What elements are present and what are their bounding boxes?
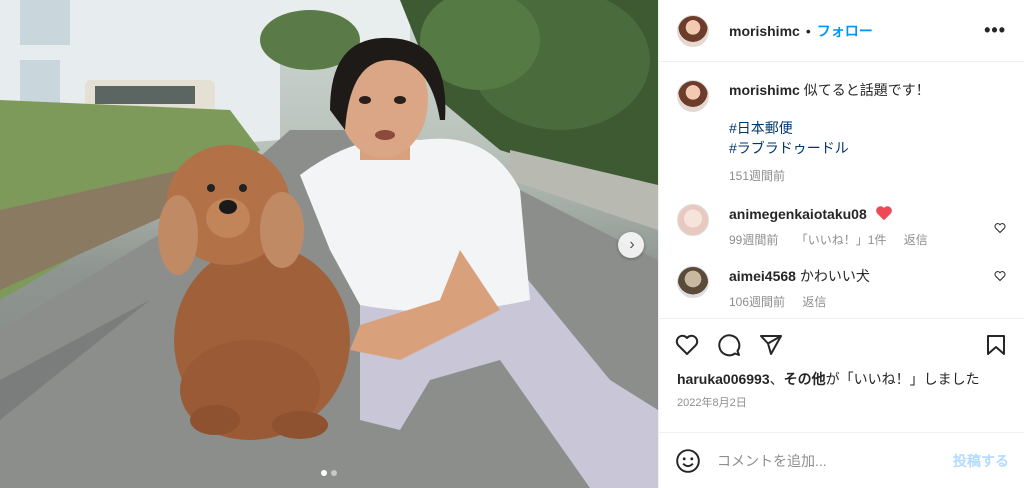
comment-time[interactable]: 106週間前 bbox=[729, 295, 785, 309]
post-date[interactable]: 2022年8月2日 bbox=[659, 388, 1024, 410]
carousel-next-button[interactable]: › bbox=[618, 232, 644, 258]
likes-summary: haruka006993、その他が「いいね！」しました bbox=[659, 370, 1024, 388]
post-header: morishimc • フォロー ••• bbox=[659, 0, 1024, 62]
likes-separator: 、 bbox=[769, 371, 784, 387]
author-avatar[interactable] bbox=[677, 14, 709, 47]
more-options-icon[interactable]: ••• bbox=[984, 20, 1006, 41]
comment-time[interactable]: 99週間前 bbox=[729, 233, 778, 247]
like-comment-heart-icon[interactable] bbox=[994, 222, 1006, 234]
follow-button[interactable]: フォロー bbox=[817, 21, 873, 41]
bookmark-icon[interactable] bbox=[984, 333, 1008, 357]
caption-text: 似てると話題です！ bbox=[803, 82, 930, 98]
share-icon[interactable] bbox=[759, 333, 783, 357]
chevron-right-icon: › bbox=[629, 236, 635, 253]
emoji-icon[interactable] bbox=[675, 448, 701, 474]
comment-username[interactable]: animegenkaiotaku08 bbox=[729, 206, 867, 222]
action-bar bbox=[659, 318, 1024, 370]
carousel-dot bbox=[331, 470, 337, 476]
likes-tail: が「いいね！」しました bbox=[825, 371, 980, 387]
comment-input[interactable]: コメントを追加... bbox=[717, 451, 953, 471]
comment-username[interactable]: aimei4568 bbox=[729, 268, 796, 284]
comments-list[interactable]: morishimc 似てると話題です！ #日本郵便 #ラブラドゥードル 151週… bbox=[659, 62, 1024, 318]
post-side-panel: morishimc • フォロー ••• morishimc 似てると話題です！… bbox=[658, 0, 1024, 488]
heart-icon[interactable] bbox=[675, 333, 699, 357]
like-comment-heart-icon[interactable] bbox=[994, 270, 1006, 282]
comment-item: aimei4568 かわいい犬 106週間前 返信 bbox=[677, 266, 1006, 312]
caption-time[interactable]: 151週間前 bbox=[729, 169, 785, 183]
add-comment-bar: コメントを追加... 投稿する bbox=[659, 432, 1024, 488]
comment-item: animegenkaiotaku08 99週間前 「いいね！」1件 返信 bbox=[677, 204, 1006, 250]
liker-username[interactable]: haruka006993 bbox=[677, 371, 770, 387]
hashtag-link[interactable]: #ラブラドゥードル bbox=[729, 138, 1006, 158]
hashtag-link[interactable]: #日本郵便 bbox=[729, 118, 1006, 138]
post-photo[interactable]: › bbox=[0, 0, 658, 488]
likes-others-link[interactable]: その他 bbox=[784, 371, 826, 387]
comment-likes[interactable]: 「いいね！」1件 bbox=[796, 233, 887, 247]
instagram-post: › morishimc • フォロー ••• morishimc 似てると話題で… bbox=[0, 0, 1024, 488]
photo-illustration bbox=[0, 0, 658, 488]
comment-text: かわいい犬 bbox=[799, 268, 870, 284]
post-comment-button[interactable]: 投稿する bbox=[953, 451, 1009, 471]
caption-avatar[interactable] bbox=[677, 80, 709, 112]
carousel-dot bbox=[321, 470, 327, 476]
carousel-indicator bbox=[0, 470, 658, 476]
caption-username[interactable]: morishimc bbox=[729, 82, 800, 98]
caption: morishimc 似てると話題です！ #日本郵便 #ラブラドゥードル 151週… bbox=[677, 80, 1006, 186]
comment-reply-button[interactable]: 返信 bbox=[904, 233, 928, 247]
red-heart-emoji-icon bbox=[875, 206, 892, 221]
header-separator: • bbox=[805, 22, 811, 39]
comment-reply-button[interactable]: 返信 bbox=[802, 295, 826, 309]
comment-icon[interactable] bbox=[717, 333, 741, 357]
commenter-avatar[interactable] bbox=[677, 266, 709, 298]
commenter-avatar[interactable] bbox=[677, 204, 709, 236]
author-username[interactable]: morishimc bbox=[729, 23, 800, 39]
